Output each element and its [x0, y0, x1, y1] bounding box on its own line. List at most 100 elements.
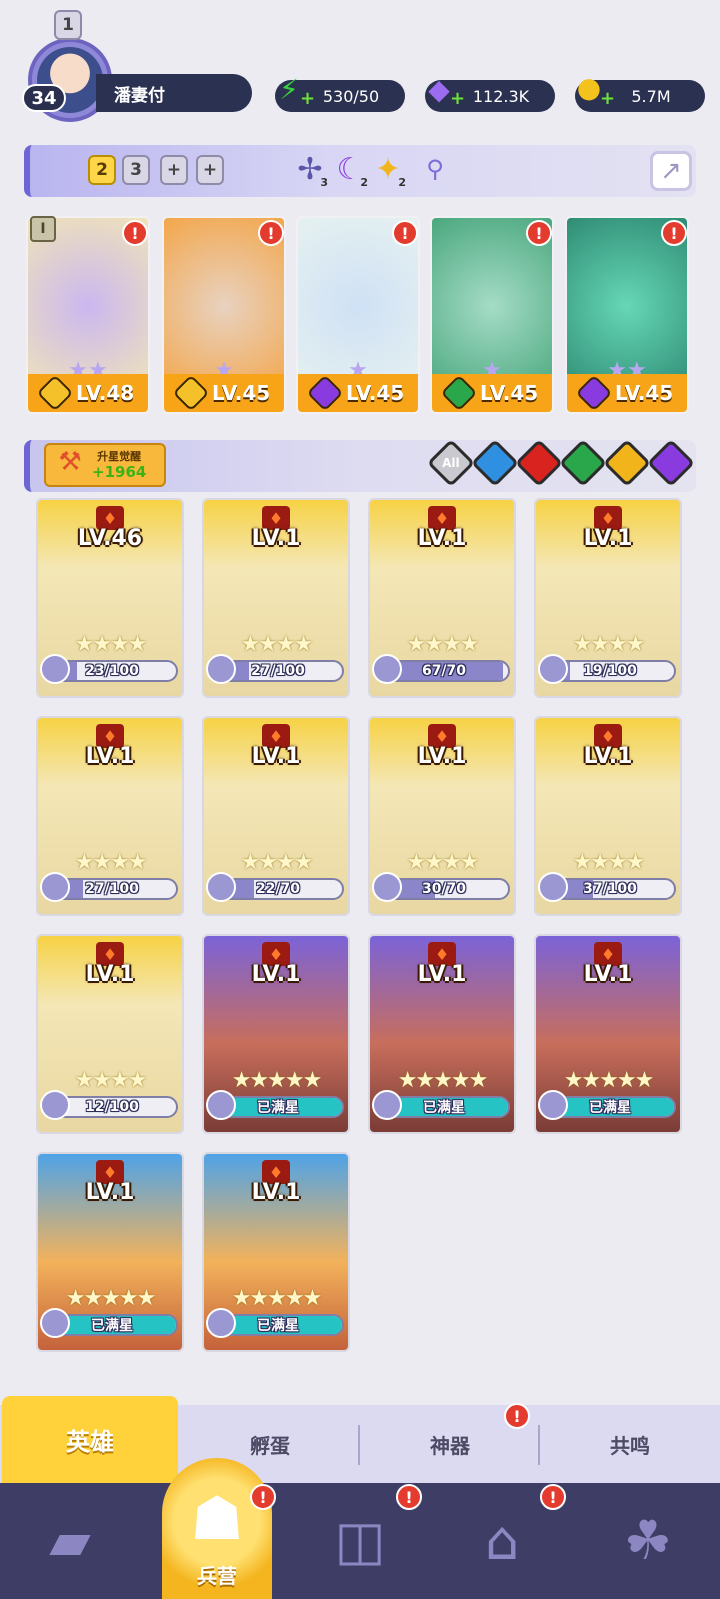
hero-card[interactable]: ♦ LV.1 ★★★★ 37/100 [534, 716, 682, 916]
tab-heroes[interactable]: 英雄 [2, 1396, 178, 1483]
nav-barracks[interactable]: ☗ 兵营 [162, 1458, 272, 1599]
element-icon [306, 374, 344, 412]
hero-card[interactable]: ♦ LV.1 ★★★★ 27/100 [36, 716, 184, 916]
hero-stars: ★★★★★ [563, 1068, 655, 1093]
hero-card[interactable]: ♦ LV.1 ★★★★ 30/70 [368, 716, 516, 916]
team-member-alert-icon: ! [258, 220, 284, 246]
hero-level: LV.1 [417, 526, 467, 551]
hero-shard-count: 已满星 [589, 1100, 631, 1116]
shard-icon [538, 654, 568, 684]
leader-badge-icon: Ⅰ [30, 216, 56, 242]
hero-stars: ★★★★★ [65, 1286, 157, 1311]
team-tab-2[interactable]: 2 [88, 155, 116, 185]
hero-level: LV.1 [583, 526, 633, 551]
shard-icon [538, 872, 568, 902]
moon-emblem-icon[interactable]: ☾ 2 [330, 149, 370, 190]
hero-shard-count: 12/100 [85, 1099, 139, 1115]
hero-shard-count: 30/70 [421, 881, 467, 897]
team-member-level: LV.45 [614, 381, 674, 405]
shard-icon [206, 654, 236, 684]
awaken-value: +1964 [92, 462, 147, 481]
hero-card[interactable]: ♦ LV.1 ★★★★ 22/70 [202, 716, 350, 916]
hero-card[interactable]: ♦ LV.1 ★★★★ 19/100 [534, 498, 682, 698]
hero-level: LV.1 [251, 526, 301, 551]
hero-stars: ★★★★★ [231, 1286, 323, 1311]
nav-map-icon[interactable]: ◫ [320, 1500, 400, 1580]
team-member-level: LV.45 [345, 381, 405, 405]
awaken-button[interactable]: ⚒ 升星觉醒 +1964 [44, 443, 166, 487]
team-tab-1[interactable]: 1 [54, 10, 82, 40]
hero-stars: ★★★★ [406, 632, 480, 657]
awaken-label: 升星觉醒 [97, 449, 142, 463]
hero-stars: ★★★★ [74, 850, 148, 875]
team-add-button-2[interactable]: + [196, 155, 224, 185]
hero-shard-count: 19/100 [583, 663, 637, 679]
team-tab-3[interactable]: 3 [122, 155, 150, 185]
hero-level: LV.1 [251, 962, 301, 987]
hero-card[interactable]: ♦ LV.1 ★★★★ 67/70 [368, 498, 516, 698]
add-gem-icon[interactable]: + [450, 88, 465, 109]
hero-card[interactable]: ♦ LV.46 ★★★★ 23/100 [36, 498, 184, 698]
team-member-level: LV.45 [479, 381, 539, 405]
add-energy-icon[interactable]: + [300, 88, 315, 109]
barracks-alert-icon: ! [250, 1484, 276, 1510]
team-member-level-bar: LV.45 [567, 374, 687, 412]
hero-card[interactable]: ♦ LV.1 ★★★★★ 已满星 [36, 1152, 184, 1352]
nav-barracks-label: 兵营 [197, 1564, 237, 1588]
filter-label: All [442, 455, 460, 470]
shard-icon [206, 1308, 236, 1338]
map-alert-icon: ! [396, 1484, 422, 1510]
nav-guild-icon[interactable]: ☘ [608, 1500, 688, 1580]
crossbow-emblem-icon[interactable]: ✢ 3 [290, 149, 330, 190]
team-member-level: LV.45 [211, 381, 271, 405]
hero-shard-count: 23/100 [85, 663, 139, 679]
energy-value: 530/50 [322, 86, 380, 106]
shard-icon [206, 1090, 236, 1120]
player-name[interactable]: 潘妻付 [96, 74, 252, 112]
hero-card[interactable]: ♦ LV.1 ★★★★ 27/100 [202, 498, 350, 698]
shard-icon [372, 654, 402, 684]
hero-level: LV.1 [583, 744, 633, 769]
search-icon[interactable]: ⚲ [415, 149, 455, 189]
add-coin-icon[interactable]: + [600, 88, 615, 109]
hero-stars: ★★★★★ [231, 1068, 323, 1093]
team-member-alert-icon: ! [526, 220, 552, 246]
hero-card[interactable]: ♦ LV.1 ★★★★ 12/100 [36, 934, 184, 1134]
hero-card[interactable]: ♦ LV.1 ★★★★★ 已满星 [202, 1152, 350, 1352]
shard-icon [372, 1090, 402, 1120]
hero-card[interactable]: ♦ LV.1 ★★★★★ 已满星 [368, 934, 516, 1134]
tab-resonance[interactable]: 共鸣 [540, 1405, 720, 1483]
share-icon: ↗ [660, 156, 682, 186]
sun-emblem-icon[interactable]: ✦ 2 [368, 149, 408, 190]
artifact-alert-icon: ! [504, 1403, 530, 1429]
hero-shard-count: 37/100 [583, 881, 637, 897]
hero-level: LV.1 [417, 744, 467, 769]
team-member-level: LV.48 [75, 381, 135, 405]
hero-stars: ★★★★ [406, 850, 480, 875]
player-level: 34 [22, 84, 66, 112]
hero-level: LV.46 [77, 526, 143, 551]
hero-card[interactable]: ♦ LV.1 ★★★★★ 已满星 [202, 934, 350, 1134]
team-add-button-1[interactable]: + [160, 155, 188, 185]
element-icon [36, 374, 74, 412]
hero-shard-count: 已满星 [257, 1100, 299, 1116]
shard-icon [40, 654, 70, 684]
team-member-level-bar: LV.48 [28, 374, 148, 412]
hero-shard-count: 已满星 [91, 1318, 133, 1334]
hero-stars: ★★★★ [74, 1068, 148, 1093]
hero-level: LV.1 [251, 1180, 301, 1205]
barracks-icon: ☗ [190, 1484, 244, 1554]
shard-icon [206, 872, 236, 902]
shard-icon [372, 872, 402, 902]
hero-stars: ★★★★ [572, 632, 646, 657]
hero-stars: ★★★★ [74, 632, 148, 657]
hero-shard-count: 67/70 [421, 663, 467, 679]
shard-icon [40, 872, 70, 902]
hero-level: LV.1 [85, 962, 135, 987]
share-button[interactable]: ↗ [650, 151, 692, 191]
hero-card[interactable]: ♦ LV.1 ★★★★★ 已满星 [534, 934, 682, 1134]
nav-cards-icon[interactable]: ▰ [30, 1500, 110, 1580]
element-icon [172, 374, 210, 412]
nav-shop-icon[interactable]: ⌂ [462, 1500, 542, 1580]
shop-alert-icon: ! [540, 1484, 566, 1510]
